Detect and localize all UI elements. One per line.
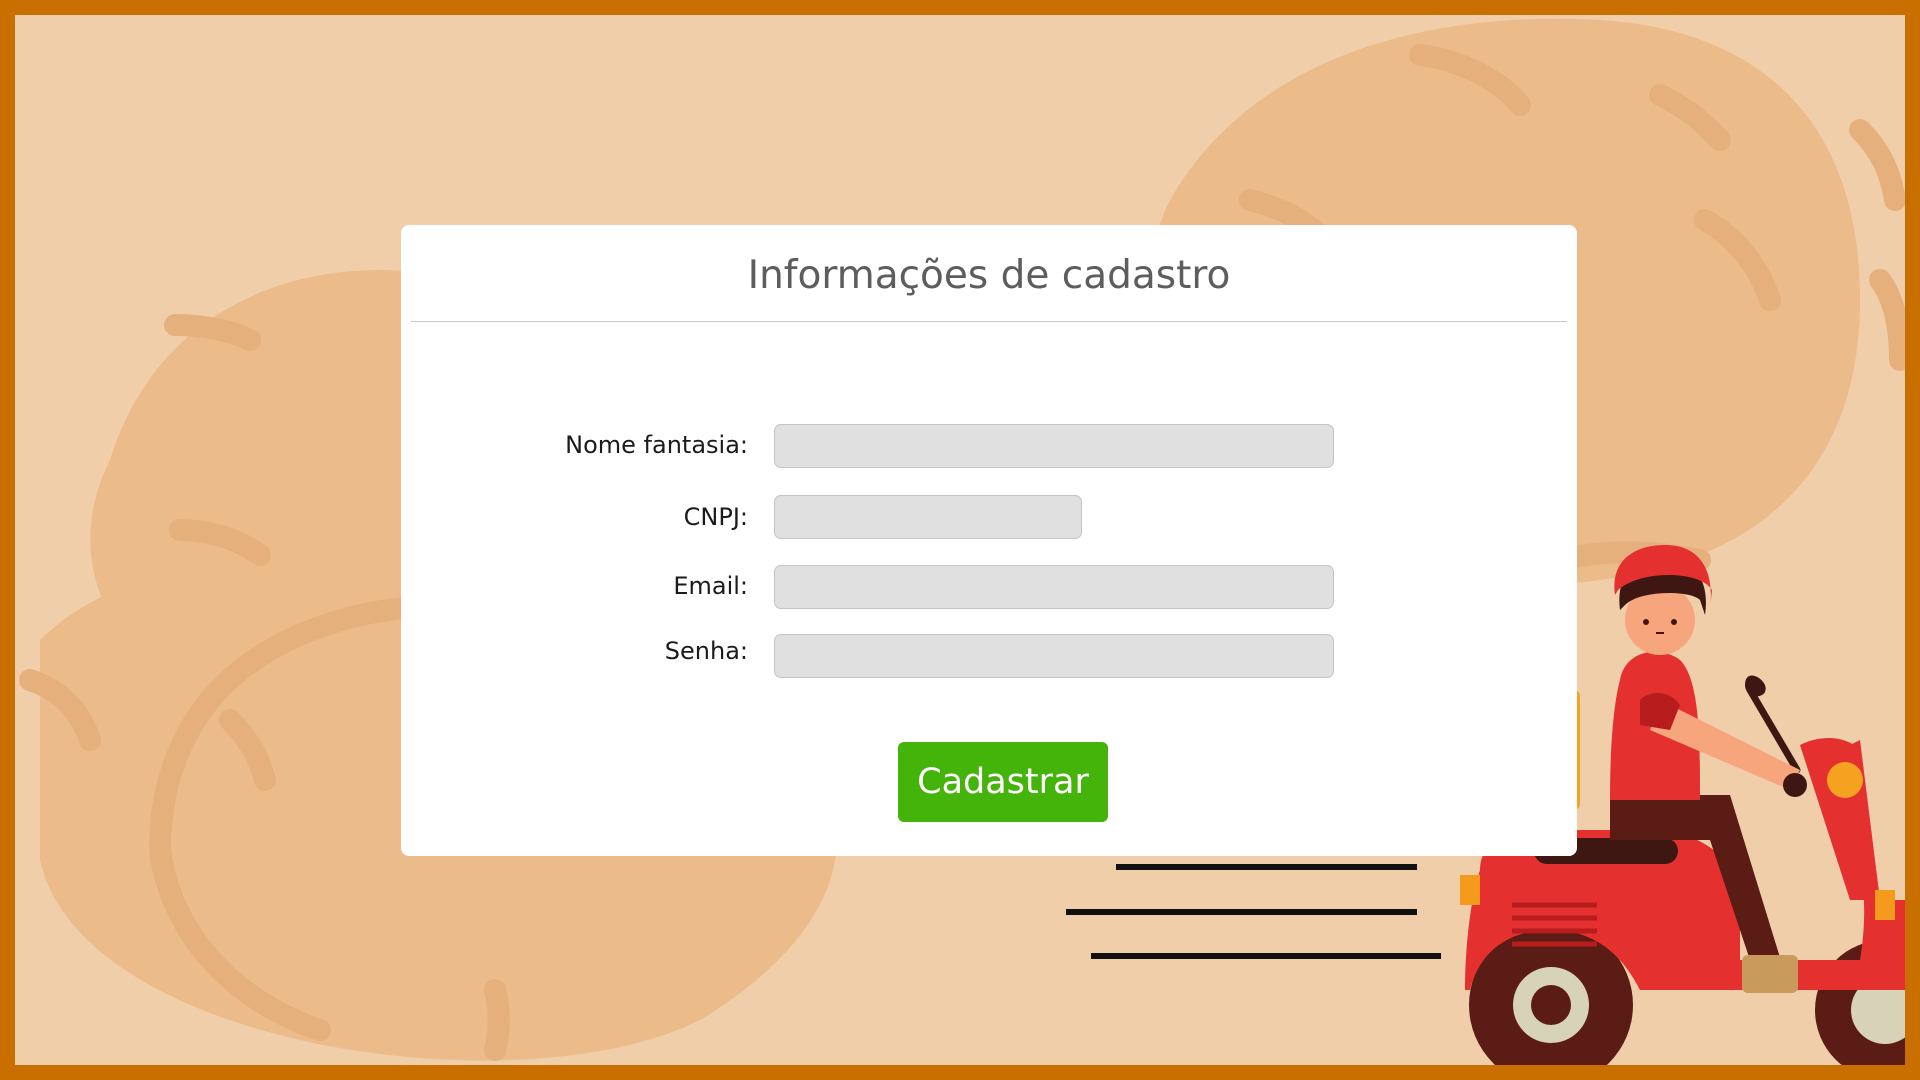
email-label: Email: bbox=[673, 572, 748, 600]
app-frame: Informações de cadastro Nome fantasia: C… bbox=[0, 0, 1920, 1080]
nome-fantasia-input[interactable] bbox=[774, 424, 1334, 468]
senha-input[interactable] bbox=[774, 634, 1334, 678]
senha-label: Senha: bbox=[664, 637, 748, 665]
divider bbox=[411, 321, 1567, 322]
registration-card: Informações de cadastro Nome fantasia: C… bbox=[401, 225, 1577, 856]
cnpj-label: CNPJ: bbox=[683, 503, 748, 531]
cnpj-input[interactable] bbox=[774, 495, 1082, 539]
email-input[interactable] bbox=[774, 565, 1334, 609]
page-title: Informações de cadastro bbox=[747, 253, 1231, 298]
nome-fantasia-label: Nome fantasia: bbox=[565, 431, 748, 459]
cadastrar-button[interactable]: Cadastrar bbox=[898, 742, 1108, 822]
